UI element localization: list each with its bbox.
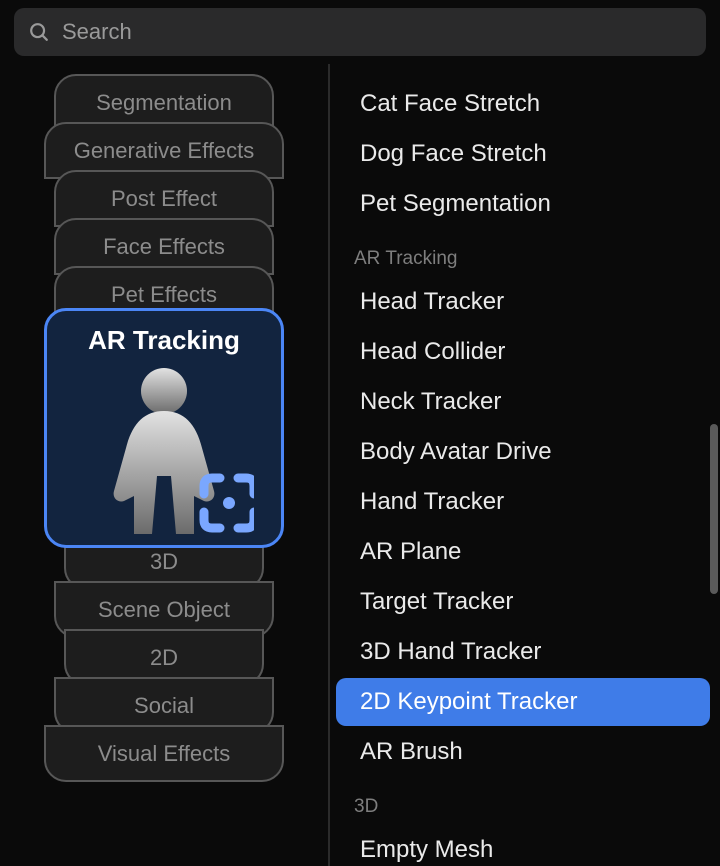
search-icon [28, 21, 50, 43]
scrollbar-thumb[interactable] [710, 424, 718, 594]
item-dog-face-stretch[interactable]: Dog Face Stretch [336, 130, 710, 178]
item-ar-plane[interactable]: AR Plane [336, 528, 710, 576]
ar-tracking-illustration [59, 356, 269, 536]
item-2d-keypoint-tracker[interactable]: 2D Keypoint Tracker [336, 678, 710, 726]
items-scroll[interactable]: Cat Face Stretch Dog Face Stretch Pet Se… [330, 64, 720, 866]
item-cat-face-stretch[interactable]: Cat Face Stretch [336, 80, 710, 128]
item-3d-hand-tracker[interactable]: 3D Hand Tracker [336, 628, 710, 676]
item-head-collider[interactable]: Head Collider [336, 328, 710, 376]
search-bar[interactable]: Search [14, 8, 706, 56]
search-placeholder: Search [62, 19, 132, 45]
category-stack-above: Segmentation Generative Effects Post Eff… [0, 74, 328, 314]
main-content: Segmentation Generative Effects Post Eff… [0, 64, 720, 866]
items-column: Cat Face Stretch Dog Face Stretch Pet Se… [330, 64, 720, 866]
category-card-ar-tracking[interactable]: AR Tracking [44, 308, 284, 548]
item-head-tracker[interactable]: Head Tracker [336, 278, 710, 326]
item-target-tracker[interactable]: Target Tracker [336, 578, 710, 626]
item-neck-tracker[interactable]: Neck Tracker [336, 378, 710, 426]
category-column: Segmentation Generative Effects Post Eff… [0, 64, 330, 866]
section-header-3d: 3D [330, 778, 720, 824]
item-empty-mesh[interactable]: Empty Mesh [336, 826, 710, 866]
category-card-visual-effects[interactable]: Visual Effects [44, 725, 284, 782]
section-header-ar-tracking: AR Tracking [330, 230, 720, 276]
item-pet-segmentation[interactable]: Pet Segmentation [336, 180, 710, 228]
item-ar-brush[interactable]: AR Brush [336, 728, 710, 776]
item-body-avatar-drive[interactable]: Body Avatar Drive [336, 428, 710, 476]
category-card-title: AR Tracking [88, 325, 240, 356]
item-hand-tracker[interactable]: Hand Tracker [336, 478, 710, 526]
category-stack-below: 3D Scene Object 2D Social Visual Effects [0, 542, 328, 782]
